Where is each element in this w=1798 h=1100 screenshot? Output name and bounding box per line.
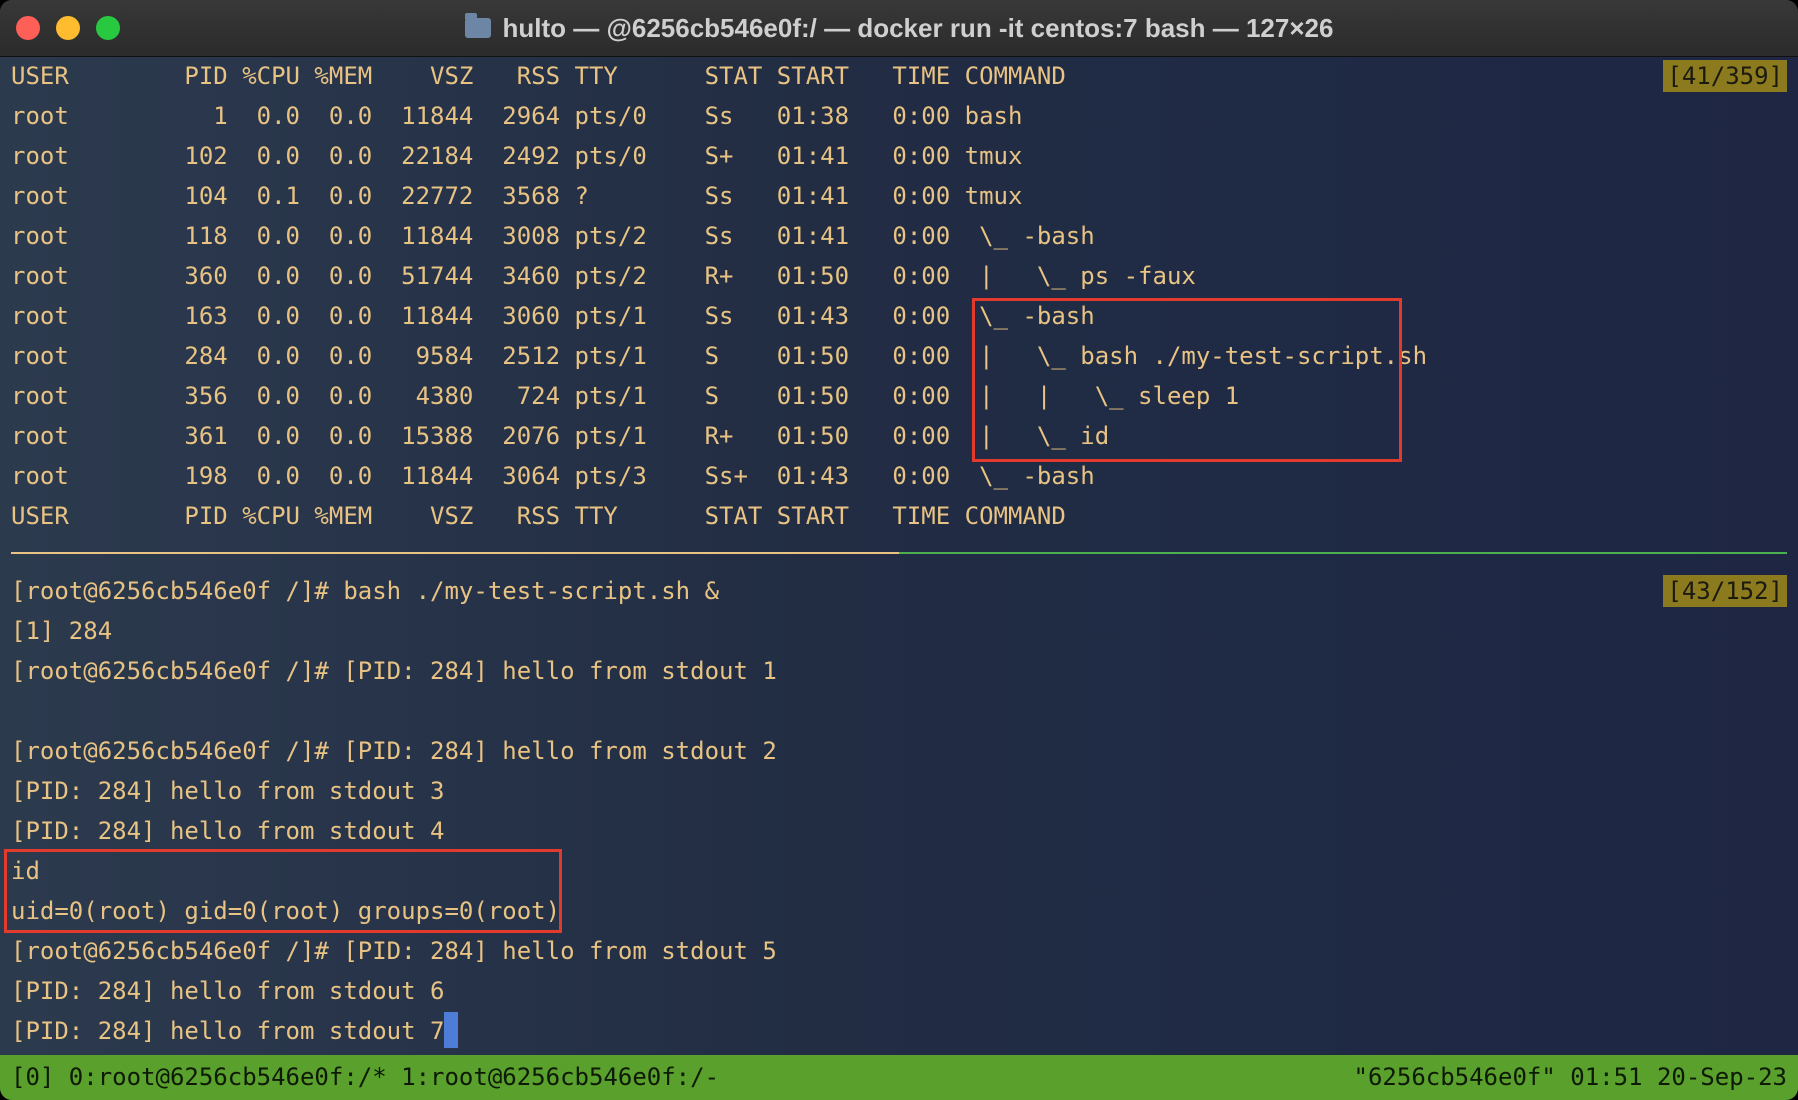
tmux-window-list[interactable]: [0] 0:root@6256cb546e0f:/* 1:root@6256cb… (11, 1055, 719, 1100)
ps-header-row: USER PID %CPU %MEM VSZ RSS TTY STAT STAR… (11, 62, 1066, 90)
ps-row: root 104 0.1 0.0 22772 3568 ? Ss 01:41 0… (11, 182, 1023, 210)
title-bar: hulto — @6256cb546e0f:/ — docker run -it… (0, 0, 1798, 57)
tmux-status-bar: [0] 0:root@6256cb546e0f:/* 1:root@6256cb… (0, 1055, 1798, 1100)
pane-divider[interactable] (11, 552, 1787, 554)
highlight-box-process-tree (972, 298, 1402, 462)
ps-header-row: USER PID %CPU %MEM VSZ RSS TTY STAT STAR… (11, 502, 1066, 530)
terminal-line: [PID: 284] hello from stdout 3 (11, 777, 445, 805)
ps-row: root 361 0.0 0.0 15388 2076 pts/1 R+ 01:… (11, 422, 1110, 450)
scroll-position-indicator: [43/152] (1663, 575, 1787, 607)
scroll-position-indicator: [41/359] (1663, 60, 1787, 92)
terminal-window: hulto — @6256cb546e0f:/ — docker run -it… (0, 0, 1798, 1100)
terminal-line-text: [PID: 284] hello from stdout 7 (11, 1017, 445, 1045)
tmux-status-right: "6256cb546e0f" 01:51 20-Sep-23 (1353, 1063, 1787, 1091)
terminal-line: [1] 284 (11, 617, 113, 645)
terminal-line-current[interactable]: [PID: 284] hello from stdout 7 (11, 1011, 459, 1051)
terminal-line: [root@6256cb546e0f /]# bash ./my-test-sc… (11, 577, 720, 605)
ps-row: root 102 0.0 0.0 22184 2492 pts/0 S+ 01:… (11, 142, 1023, 170)
ps-row: root 1 0.0 0.0 11844 2964 pts/0 Ss 01:38… (11, 102, 1023, 130)
folder-icon (464, 13, 491, 38)
window-title-text: hulto — @6256cb546e0f:/ — docker run -it… (502, 12, 1334, 43)
terminal-line: [PID: 284] hello from stdout 4 (11, 817, 445, 845)
ps-row: root 360 0.0 0.0 51744 3460 pts/2 R+ 01:… (11, 262, 1196, 290)
text-cursor (444, 1012, 459, 1048)
terminal-line: [root@6256cb546e0f /]# [PID: 284] hello … (11, 937, 777, 965)
terminal-line: [PID: 284] hello from stdout 6 (11, 977, 445, 1005)
tmux-pane-top[interactable]: [41/359] USER PID %CPU %MEM VSZ RSS TTY … (0, 56, 1798, 552)
highlight-box-id-output (4, 849, 562, 933)
terminal-line: [root@6256cb546e0f /]# [PID: 284] hello … (11, 657, 777, 685)
tmux-pane-bottom[interactable]: [43/152] [root@6256cb546e0f /]# bash ./m… (0, 555, 1798, 1055)
window-title: hulto — @6256cb546e0f:/ — docker run -it… (0, 0, 1798, 56)
ps-row: root 163 0.0 0.0 11844 3060 pts/1 Ss 01:… (11, 302, 1095, 330)
ps-row: root 198 0.0 0.0 11844 3064 pts/3 Ss+ 01… (11, 462, 1095, 490)
ps-row: root 118 0.0 0.0 11844 3008 pts/2 Ss 01:… (11, 222, 1095, 250)
terminal-line: [root@6256cb546e0f /]# [PID: 284] hello … (11, 737, 777, 765)
